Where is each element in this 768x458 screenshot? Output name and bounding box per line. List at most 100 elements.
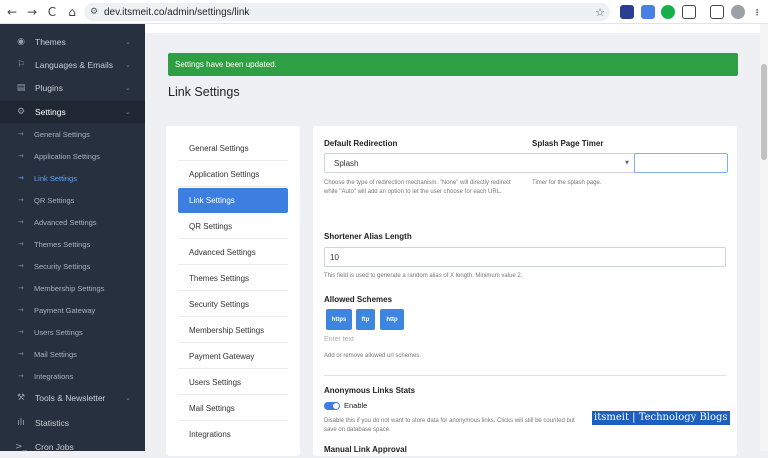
settings-menu-payment[interactable]: Payment Gateway — [178, 344, 288, 369]
url-text[interactable]: dev.itsmeit.co/admin/settings/link — [104, 7, 590, 18]
gear-icon: ⚙ — [16, 107, 26, 117]
settings-menu-mail[interactable]: Mail Settings — [178, 396, 288, 421]
settings-menu-membership[interactable]: Membership Settings — [178, 318, 288, 343]
sidebar-sub-themes[interactable]: → Themes Settings — [0, 233, 145, 255]
sidebar-item-label: Themes — [35, 37, 66, 47]
scheme-chip-https[interactable]: https — [326, 309, 352, 330]
sidebar-sub-general[interactable]: → General Settings — [0, 123, 145, 145]
reload-icon[interactable]: C — [42, 0, 62, 24]
sidebar-sub-users[interactable]: → Users Settings — [0, 321, 145, 343]
back-icon[interactable]: ← — [2, 0, 22, 24]
arrow-right-icon: → — [18, 174, 24, 182]
extension-green-icon[interactable] — [661, 5, 675, 19]
settings-menu: General Settings Application Settings Li… — [166, 126, 300, 456]
splash-timer-help: Timer for the splash page. — [532, 180, 602, 186]
sidebar-item-statistics[interactable]: ılı Statistics — [0, 412, 145, 434]
bookmark-star-icon[interactable]: ☆ — [590, 6, 610, 19]
scheme-chip-ftp[interactable]: ftp — [356, 309, 375, 330]
sidebar-sub-link[interactable]: → Link Settings — [0, 167, 145, 189]
settings-menu-link[interactable]: Link Settings — [178, 188, 288, 213]
arrow-right-icon: → — [18, 328, 24, 336]
sidebar-item-cron[interactable]: >_ Cron Jobs — [0, 436, 145, 458]
sidebar-sub-label: Integrations — [34, 371, 74, 381]
settings-menu-themes[interactable]: Themes Settings — [178, 266, 288, 291]
profile-avatar-icon[interactable] — [731, 5, 745, 19]
page-scrollbar[interactable] — [760, 24, 768, 451]
default-redirection-help: Choose the type of redirection mechanism… — [324, 180, 511, 195]
scrollbar-thumb[interactable] — [761, 64, 767, 160]
sidebar-item-tools[interactable]: ⚒ Tools & Newsletter ⌄ — [0, 387, 145, 409]
sidebar-sub-qr[interactable]: → QR Settings — [0, 189, 145, 211]
sidebar-item-languages[interactable]: ⚐ Languages & Emails ⌄ — [0, 54, 145, 76]
sidebar-item-themes[interactable]: ◉ Themes ⌄ — [0, 31, 145, 53]
anonymous-stats-help-line2: save on database space. — [324, 427, 391, 433]
site-settings-icon[interactable]: ⚙ — [84, 7, 104, 17]
sidebar-sub-integrations[interactable]: → Integrations — [0, 365, 145, 387]
forward-icon[interactable]: → — [22, 0, 42, 24]
tools-icon: ⚒ — [16, 393, 26, 403]
arrow-right-icon: → — [18, 196, 24, 204]
extensions-puzzle-icon[interactable] — [682, 5, 696, 19]
sidebar-sub-label: Mail Settings — [34, 349, 77, 359]
top-bar — [145, 24, 768, 33]
sidebar-item-plugins[interactable]: ▤ Plugins ⌄ — [0, 77, 145, 99]
alias-length-help: This field is used to generate a random … — [324, 273, 523, 279]
sidebar-sub-mail[interactable]: → Mail Settings — [0, 343, 145, 365]
sidebar-sub-security[interactable]: → Security Settings — [0, 255, 145, 277]
arrow-right-icon: → — [18, 152, 24, 160]
arrow-right-icon: → — [18, 130, 24, 138]
sidebar-item-label: Languages & Emails — [35, 60, 113, 70]
sidebar-sub-advanced[interactable]: → Advanced Settings — [0, 211, 145, 233]
arrow-right-icon: → — [18, 350, 24, 358]
settings-menu-qr[interactable]: QR Settings — [178, 214, 288, 239]
settings-menu-users[interactable]: Users Settings — [178, 370, 288, 395]
sidebar-sub-label: QR Settings — [34, 195, 75, 205]
sidebar-sub-label: Application Settings — [34, 151, 100, 161]
sidebar-sub-application[interactable]: → Application Settings — [0, 145, 145, 167]
anonymous-stats-toggle[interactable] — [324, 402, 340, 410]
watermark: itsmeit | Technology Blogs — [592, 411, 730, 425]
side-panel-icon[interactable] — [710, 5, 724, 19]
browser-menu-icon[interactable]: ⋮ — [752, 5, 762, 19]
settings-menu-application[interactable]: Application Settings — [178, 162, 288, 187]
sidebar-sub-label: Themes Settings — [34, 239, 91, 249]
extension-d-icon[interactable] — [620, 5, 634, 19]
alias-length-input[interactable]: 10 — [324, 247, 726, 267]
caret-down-icon: ▼ — [625, 160, 629, 166]
extension-translate-icon[interactable] — [641, 5, 655, 19]
sidebar-sub-payment[interactable]: → Payment Gateway — [0, 299, 145, 321]
page-title: Link Settings — [168, 85, 240, 99]
splash-timer-input[interactable] — [634, 153, 728, 173]
settings-menu-general[interactable]: General Settings — [178, 136, 288, 161]
sidebar-sub-membership[interactable]: → Membership Settings — [0, 277, 145, 299]
arrow-right-icon: → — [18, 284, 24, 292]
sidebar-item-label: Settings — [35, 107, 66, 117]
browser-toolbar: ← → C ⌂ ⚙ dev.itsmeit.co/admin/settings/… — [0, 0, 768, 24]
home-icon[interactable]: ⌂ — [62, 0, 82, 24]
sidebar-sub-label: General Settings — [34, 129, 90, 139]
settings-menu-advanced[interactable]: Advanced Settings — [178, 240, 288, 265]
eye-icon: ◉ — [17, 37, 25, 47]
address-bar[interactable]: ⚙ dev.itsmeit.co/admin/settings/link ☆ — [84, 3, 610, 21]
allowed-schemes-label: Allowed Schemes — [324, 295, 393, 304]
settings-menu-integrations[interactable]: Integrations — [178, 422, 288, 447]
manual-approval-label: Manual Link Approval — [324, 445, 407, 454]
toggle-label: Enable — [344, 401, 368, 410]
sidebar-item-label: Statistics — [35, 418, 70, 428]
settings-menu-security[interactable]: Security Settings — [178, 292, 288, 317]
sidebar-sub-label: Payment Gateway — [34, 305, 96, 315]
sidebar-sub-label: Link Settings — [34, 173, 77, 183]
scheme-chip-http[interactable]: http — [380, 309, 404, 330]
sidebar-sub-label: Security Settings — [34, 261, 91, 271]
anonymous-stats-help-line1: Disable this if you do not want to store… — [324, 418, 575, 424]
chevron-down-icon: ⌄ — [125, 394, 131, 402]
sidebar-item-settings[interactable]: ⚙ Settings ⌄ — [0, 101, 145, 123]
allowed-schemes-help: Add or remove allowed url schemes. — [324, 353, 422, 359]
sidebar-sub-label: Users Settings — [34, 327, 83, 337]
section-divider — [324, 375, 726, 376]
scheme-text-input[interactable]: Enter text — [324, 336, 354, 343]
chevron-down-icon: ⌄ — [125, 108, 131, 116]
anonymous-stats-label: Anonymous Links Stats — [324, 386, 416, 395]
default-redirection-select[interactable]: Splash ▼ — [324, 153, 636, 173]
admin-sidebar: ◉ Themes ⌄ ⚐ Languages & Emails ⌄ ▤ Plug… — [0, 24, 145, 452]
